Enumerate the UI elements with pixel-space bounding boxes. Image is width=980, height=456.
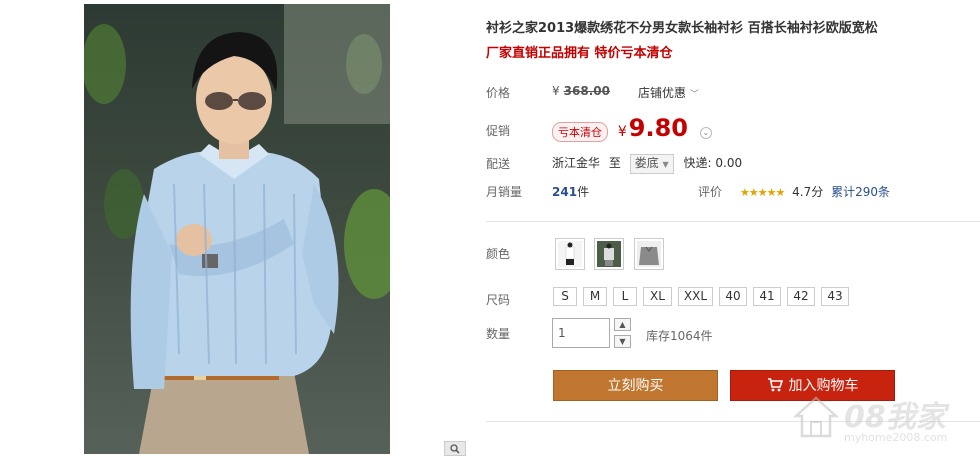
rating-row: ★★★★★ 4.7分 累计290条 xyxy=(740,183,890,200)
destination-value: 娄底 xyxy=(634,156,659,170)
size-option[interactable]: 43 xyxy=(821,287,849,306)
quantity-decrease-button[interactable]: ▼ xyxy=(614,335,631,348)
buy-now-label: 立刻购买 xyxy=(607,378,664,394)
reviews-link[interactable]: 累计290条 xyxy=(831,185,890,199)
product-photo[interactable] xyxy=(84,4,390,454)
quantity-label: 数量 xyxy=(486,327,511,341)
watermark-brand: 08我家 xyxy=(844,400,946,435)
promo-price: 9.80 xyxy=(628,114,688,142)
shipping-label: 配送 xyxy=(486,157,511,171)
store-discount-label: 店铺优惠 xyxy=(638,86,687,100)
buy-now-button[interactable]: 立刻购买 xyxy=(553,370,718,401)
quantity-increase-button[interactable]: ▲ xyxy=(614,318,631,331)
store-discount-dropdown[interactable]: 店铺优惠 ﹀ xyxy=(638,84,699,101)
promo-currency: ¥ xyxy=(617,124,627,140)
rating-stars-icon: ★★★★★ xyxy=(740,186,785,199)
size-option[interactable]: XXL xyxy=(678,287,713,306)
size-option[interactable]: L xyxy=(613,287,637,306)
original-price-value: 368.00 xyxy=(563,84,610,98)
color-swatch-white[interactable] xyxy=(555,238,585,270)
cart-icon xyxy=(767,378,783,392)
rating-label: 评价 xyxy=(698,185,723,199)
color-label: 颜色 xyxy=(486,247,511,261)
divider xyxy=(486,221,980,222)
sales-count: 241 xyxy=(552,185,578,199)
stock-text: 库存1064件 xyxy=(646,329,713,343)
swatch-grey-image xyxy=(637,241,661,267)
size-option[interactable]: M xyxy=(583,287,607,306)
promo-tag: 亏本清仓 xyxy=(552,122,608,142)
sales-unit: 件 xyxy=(577,185,590,199)
product-image-area xyxy=(0,0,470,456)
shipping-row: 浙江金华 至 娄底 ▼ 快递: 0.00 xyxy=(552,154,742,174)
size-option[interactable]: 42 xyxy=(787,287,815,306)
original-price: ¥368.00 xyxy=(552,84,610,98)
quantity-input[interactable]: 1 xyxy=(552,318,610,348)
product-subtitle: 厂家直销正品拥有 特价亏本清仓 xyxy=(486,46,673,61)
promo-more-icon[interactable]: ⌄ xyxy=(699,126,712,139)
site-watermark: 08我家 myhome2008.com xyxy=(788,386,978,452)
model-illustration xyxy=(84,4,390,454)
currency-symbol: ¥ xyxy=(552,84,560,98)
shipping-to-word: 至 xyxy=(608,156,621,170)
rating-score: 4.7分 xyxy=(792,185,824,199)
destination-select[interactable]: 娄底 ▼ xyxy=(629,154,674,174)
promo-label: 促销 xyxy=(486,124,511,138)
swatch-white-image xyxy=(558,241,582,267)
size-option[interactable]: S xyxy=(553,287,577,306)
shipping-from: 浙江金华 xyxy=(552,156,601,170)
promo-price-row: 亏本清仓 ¥9.80 ⌄ xyxy=(552,114,712,142)
monthly-sales: 241件 xyxy=(552,183,589,200)
size-option[interactable]: XL xyxy=(643,287,672,306)
color-swatch-striped[interactable] xyxy=(594,238,624,270)
caret-down-icon: ▼ xyxy=(662,160,669,169)
size-option[interactable]: 40 xyxy=(719,287,747,306)
shipping-fee: 快递: 0.00 xyxy=(683,156,743,170)
size-option[interactable]: 41 xyxy=(753,287,781,306)
swatch-striped-image xyxy=(597,241,621,267)
color-swatch-grey[interactable] xyxy=(634,238,664,270)
watermark-url: myhome2008.com xyxy=(844,431,948,444)
monthly-sales-label: 月销量 xyxy=(486,185,523,199)
price-label: 价格 xyxy=(486,86,511,100)
product-title: 衬衫之家2013爆款绣花不分男女款长袖衬衫 百搭长袖衬衫欧版宽松 xyxy=(486,21,878,36)
size-label: 尺码 xyxy=(486,293,511,307)
chevron-down-icon: ﹀ xyxy=(689,90,699,100)
